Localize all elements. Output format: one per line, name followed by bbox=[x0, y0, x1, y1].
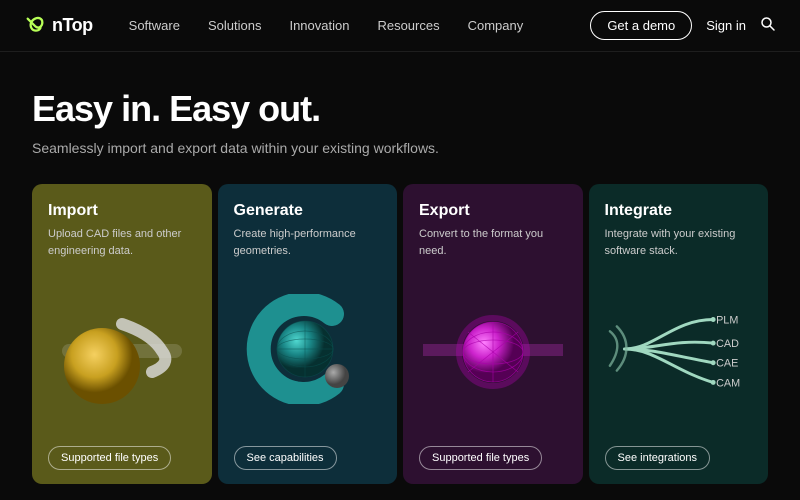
card-import: Import Upload CAD files and other engine… bbox=[32, 184, 212, 484]
export-btn[interactable]: Supported file types bbox=[419, 446, 542, 470]
card-integrate: Integrate Integrate with your existing s… bbox=[589, 184, 769, 484]
integrate-title: Integrate bbox=[605, 202, 753, 220]
import-title: Import bbox=[48, 202, 196, 220]
import-btn[interactable]: Supported file types bbox=[48, 446, 171, 470]
import-desc: Upload CAD files and other engineering d… bbox=[48, 226, 196, 259]
logo-text: nTop bbox=[52, 15, 93, 36]
get-demo-button[interactable]: Get a demo bbox=[590, 11, 692, 40]
nav-solutions[interactable]: Solutions bbox=[208, 18, 261, 33]
signin-link[interactable]: Sign in bbox=[706, 18, 746, 33]
import-visual bbox=[48, 259, 196, 438]
nav-innovation[interactable]: Innovation bbox=[289, 18, 349, 33]
generate-desc: Create high-performance geometries. bbox=[234, 226, 382, 259]
nav-software[interactable]: Software bbox=[129, 18, 180, 33]
export-visual bbox=[419, 259, 567, 438]
card-generate: Generate Create high-performance geometr… bbox=[218, 184, 398, 484]
main-content: Easy in. Easy out. Seamlessly import and… bbox=[0, 52, 800, 484]
generate-title: Generate bbox=[234, 202, 382, 220]
svg-text:CAE: CAE bbox=[716, 358, 738, 370]
nav-actions: Get a demo Sign in bbox=[590, 11, 776, 40]
search-icon[interactable] bbox=[760, 16, 776, 36]
generate-btn[interactable]: See capabilities bbox=[234, 446, 337, 470]
nav-links: Software Solutions Innovation Resources … bbox=[129, 18, 591, 33]
main-nav: nTop Software Solutions Innovation Resou… bbox=[0, 0, 800, 52]
integrate-desc: Integrate with your existing software st… bbox=[605, 226, 753, 259]
card-export: Export Convert to the format you need. bbox=[403, 184, 583, 484]
export-title: Export bbox=[419, 202, 567, 220]
svg-text:PLM: PLM bbox=[716, 314, 738, 326]
nav-company[interactable]: Company bbox=[468, 18, 524, 33]
integrate-visual: PLM CAD CAE CAM bbox=[605, 259, 753, 438]
nav-resources[interactable]: Resources bbox=[377, 18, 439, 33]
hero-title: Easy in. Easy out. bbox=[32, 88, 768, 130]
svg-text:CAM: CAM bbox=[716, 377, 740, 389]
export-desc: Convert to the format you need. bbox=[419, 226, 567, 259]
generate-visual bbox=[234, 259, 382, 438]
cards-grid: Import Upload CAD files and other engine… bbox=[32, 184, 768, 484]
svg-text:CAD: CAD bbox=[716, 338, 739, 350]
hero-subtitle: Seamlessly import and export data within… bbox=[32, 140, 768, 156]
logo[interactable]: nTop bbox=[24, 15, 93, 37]
integrate-btn[interactable]: See integrations bbox=[605, 446, 711, 470]
logo-icon bbox=[24, 15, 46, 37]
